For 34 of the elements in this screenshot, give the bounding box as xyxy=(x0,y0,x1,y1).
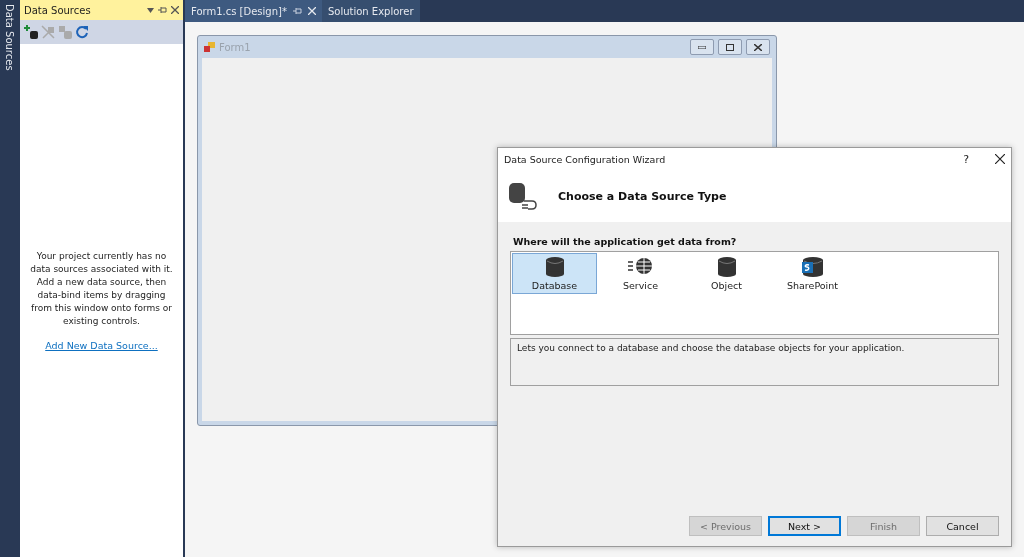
dialog-title: Data Source Configuration Wizard xyxy=(504,153,667,165)
help-button[interactable]: ? xyxy=(963,152,969,166)
database-plug-icon xyxy=(508,181,538,211)
description-box: Lets you connect to a database and choose the database objects for your application. xyxy=(510,338,999,386)
source-type-item[interactable]: Service xyxy=(598,253,683,294)
wizard-heading: Choose a Data Source Type xyxy=(558,189,727,203)
close-button[interactable] xyxy=(746,39,770,55)
add-database-icon[interactable] xyxy=(24,25,38,39)
minimize-icon[interactable] xyxy=(698,45,706,49)
add-data-source-link[interactable]: Add New Data Source... xyxy=(45,340,158,351)
database-icon xyxy=(544,256,565,278)
refresh-icon[interactable] xyxy=(75,25,89,39)
restore-icon[interactable] xyxy=(726,43,734,51)
wizard-button[interactable]: Cancel xyxy=(926,516,999,536)
maximize-button[interactable] xyxy=(718,39,742,55)
pin-icon[interactable] xyxy=(158,6,167,14)
close-icon[interactable] xyxy=(995,154,1005,164)
source-type-item[interactable]: Database xyxy=(512,253,597,294)
close-icon[interactable] xyxy=(754,43,762,51)
form-icon xyxy=(204,42,215,52)
dropdown-icon[interactable] xyxy=(147,7,154,13)
source-type-item[interactable]: Object xyxy=(684,253,769,294)
side-tab[interactable]: Data Sources xyxy=(3,4,15,71)
database-icon xyxy=(716,256,737,278)
form-title: Form1 xyxy=(219,41,252,53)
globe-icon xyxy=(627,256,654,276)
question-label: Where will the application get data from? xyxy=(513,236,738,247)
close-icon[interactable] xyxy=(171,6,179,14)
panel-title: Data Sources xyxy=(24,4,92,16)
source-type-item[interactable]: SharePoint xyxy=(770,253,855,294)
empty-message: Your project currently has no data sources associated with it. Add a new data source, then data-bind items by dragging from this window onto forms or existing controls. xyxy=(30,250,173,328)
wizard-button[interactable]: Next > xyxy=(768,516,841,536)
document-tab[interactable]: Solution Explorer xyxy=(321,0,420,22)
sharepoint-database-icon xyxy=(801,256,824,278)
